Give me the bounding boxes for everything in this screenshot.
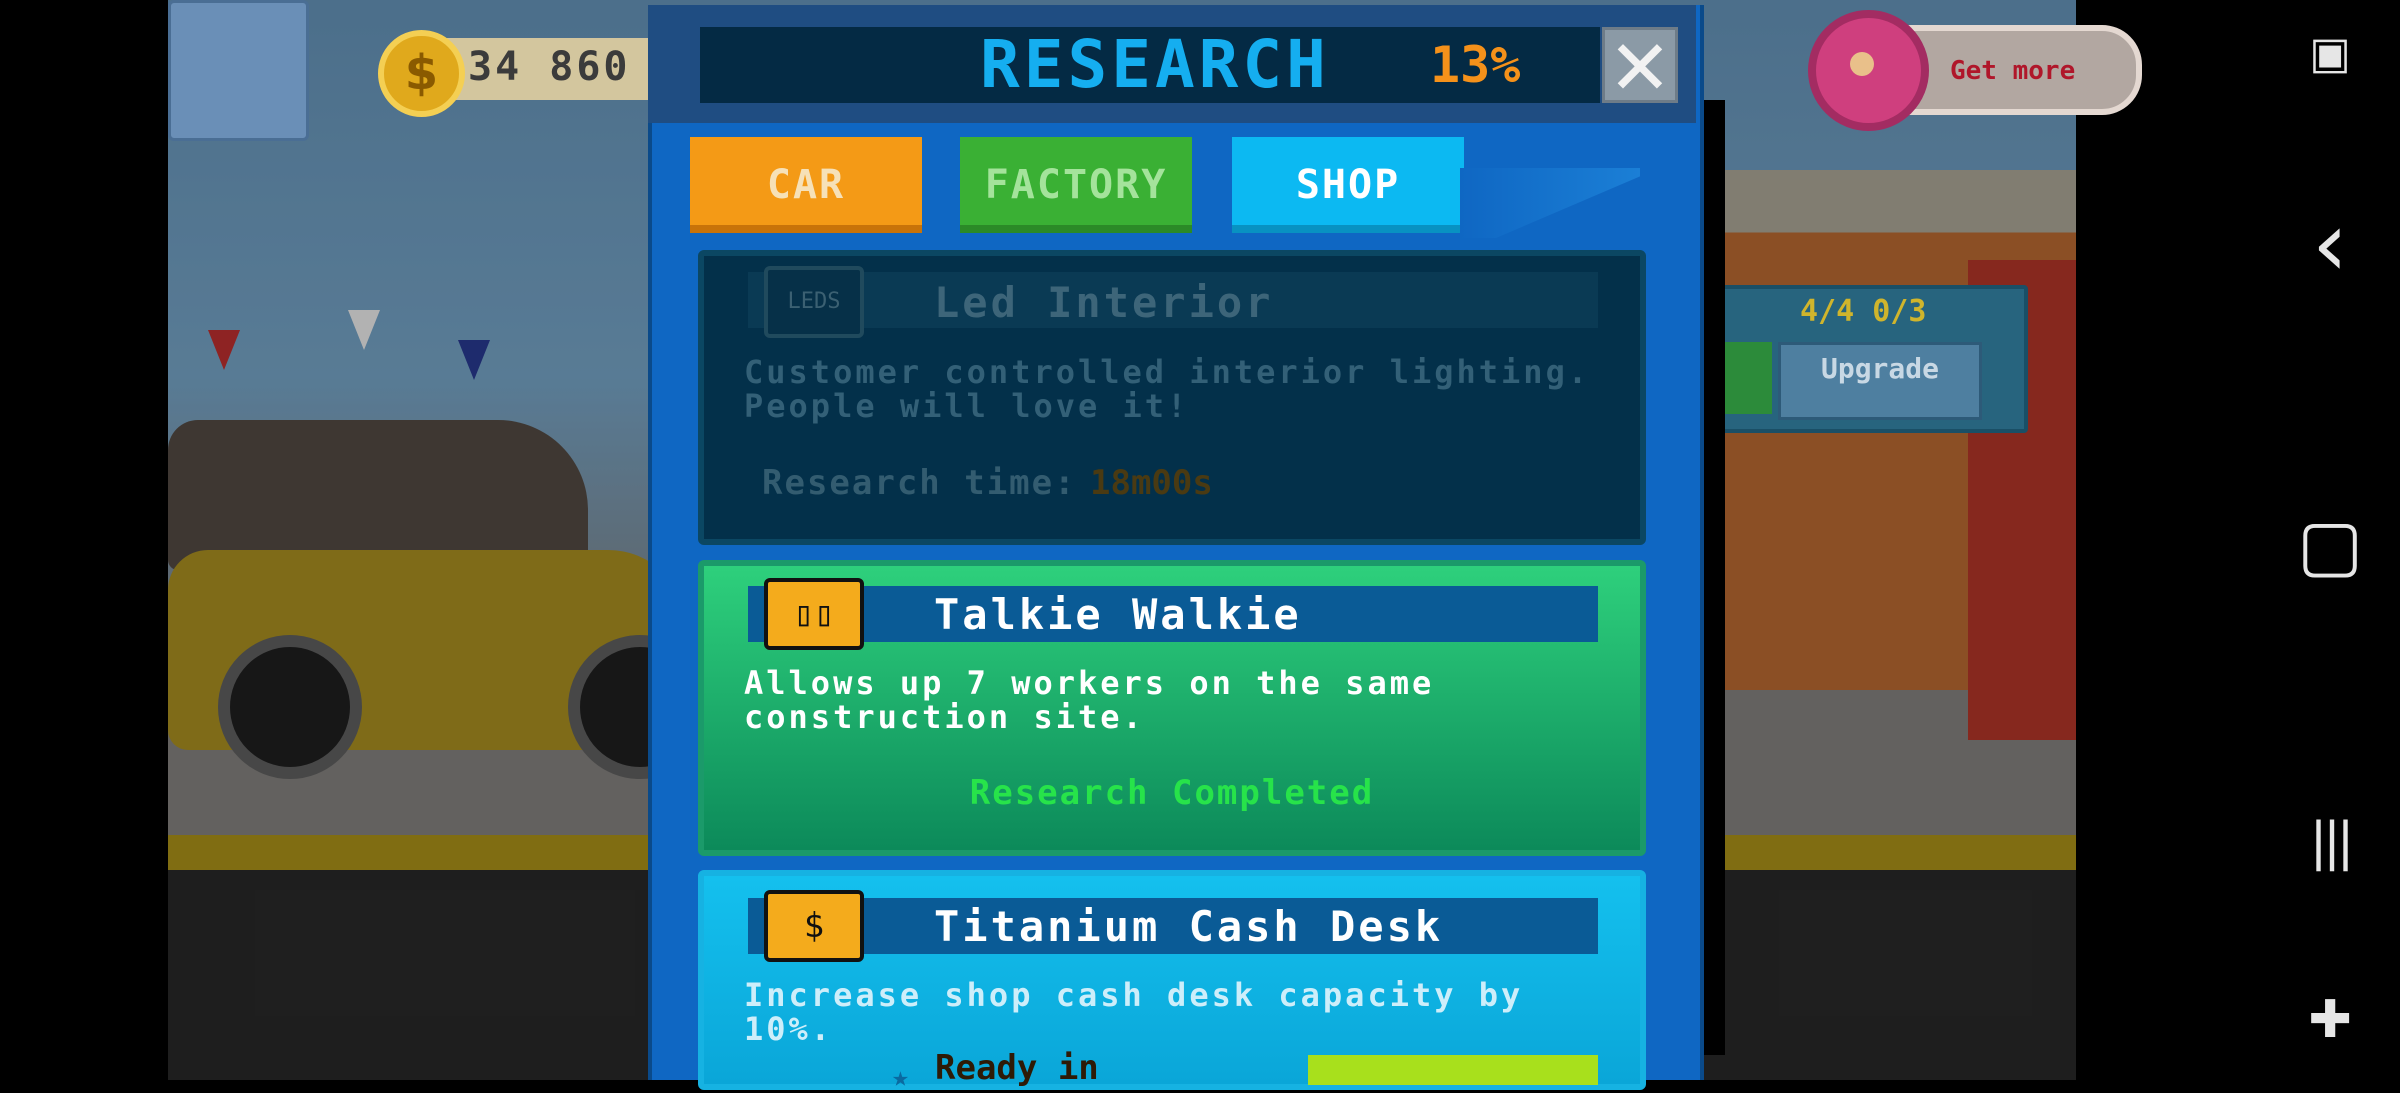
tab-car[interactable]: CAR	[690, 137, 922, 233]
research-time-label: Research time:	[762, 463, 1077, 503]
research-time-value: 18m00s	[1090, 463, 1213, 503]
card-title: Led Interior	[934, 278, 1274, 327]
screenshot-icon[interactable]: ▣	[2295, 28, 2365, 79]
get-more-label: Get more	[1950, 56, 2076, 86]
coin-icon: $	[378, 30, 465, 117]
player-avatar[interactable]	[168, 0, 309, 141]
android-nav-bar	[2176, 0, 2400, 1080]
donut-icon	[1808, 10, 1929, 131]
research-percent: 13%	[1430, 36, 1521, 94]
money-value: 34 860	[468, 44, 631, 90]
gamepad-icon[interactable]: ✚	[2295, 990, 2365, 1050]
card-description: Increase shop cash desk capacity by 10%.	[744, 976, 1524, 1048]
research-button[interactable]	[1308, 1055, 1598, 1085]
tab-factory[interactable]: FACTORY	[960, 137, 1192, 233]
cash-desk-icon: $	[764, 890, 864, 962]
recents-icon[interactable]: |||	[2295, 812, 2365, 872]
upgrade-button[interactable]: Upgrade	[1778, 342, 1982, 420]
card-description: Allows up 7 workers on the same construc…	[744, 664, 1435, 736]
card-title: Talkie Walkie	[934, 590, 1302, 639]
ready-in-label: Ready in	[935, 1048, 1099, 1088]
leds-icon: LEDS	[764, 266, 864, 338]
walkie-talkie-icon: ▯▯	[764, 578, 864, 650]
card-description: Customer controlled interior lighting. P…	[744, 353, 1591, 425]
card-title: Titanium Cash Desk	[934, 902, 1444, 951]
home-icon[interactable]: ▢	[2295, 505, 2365, 585]
green-button-edge[interactable]	[1722, 342, 1772, 414]
research-title: RESEARCH	[980, 26, 1330, 103]
research-status: Research Completed	[969, 773, 1375, 813]
tab-shop[interactable]: SHOP	[1232, 137, 1464, 233]
back-icon[interactable]: ‹	[2295, 200, 2365, 290]
garage-stats: 4/4 0/3	[1800, 294, 1927, 329]
close-button[interactable]: ✕	[1602, 27, 1678, 106]
star-icon: ★	[892, 1060, 909, 1093]
